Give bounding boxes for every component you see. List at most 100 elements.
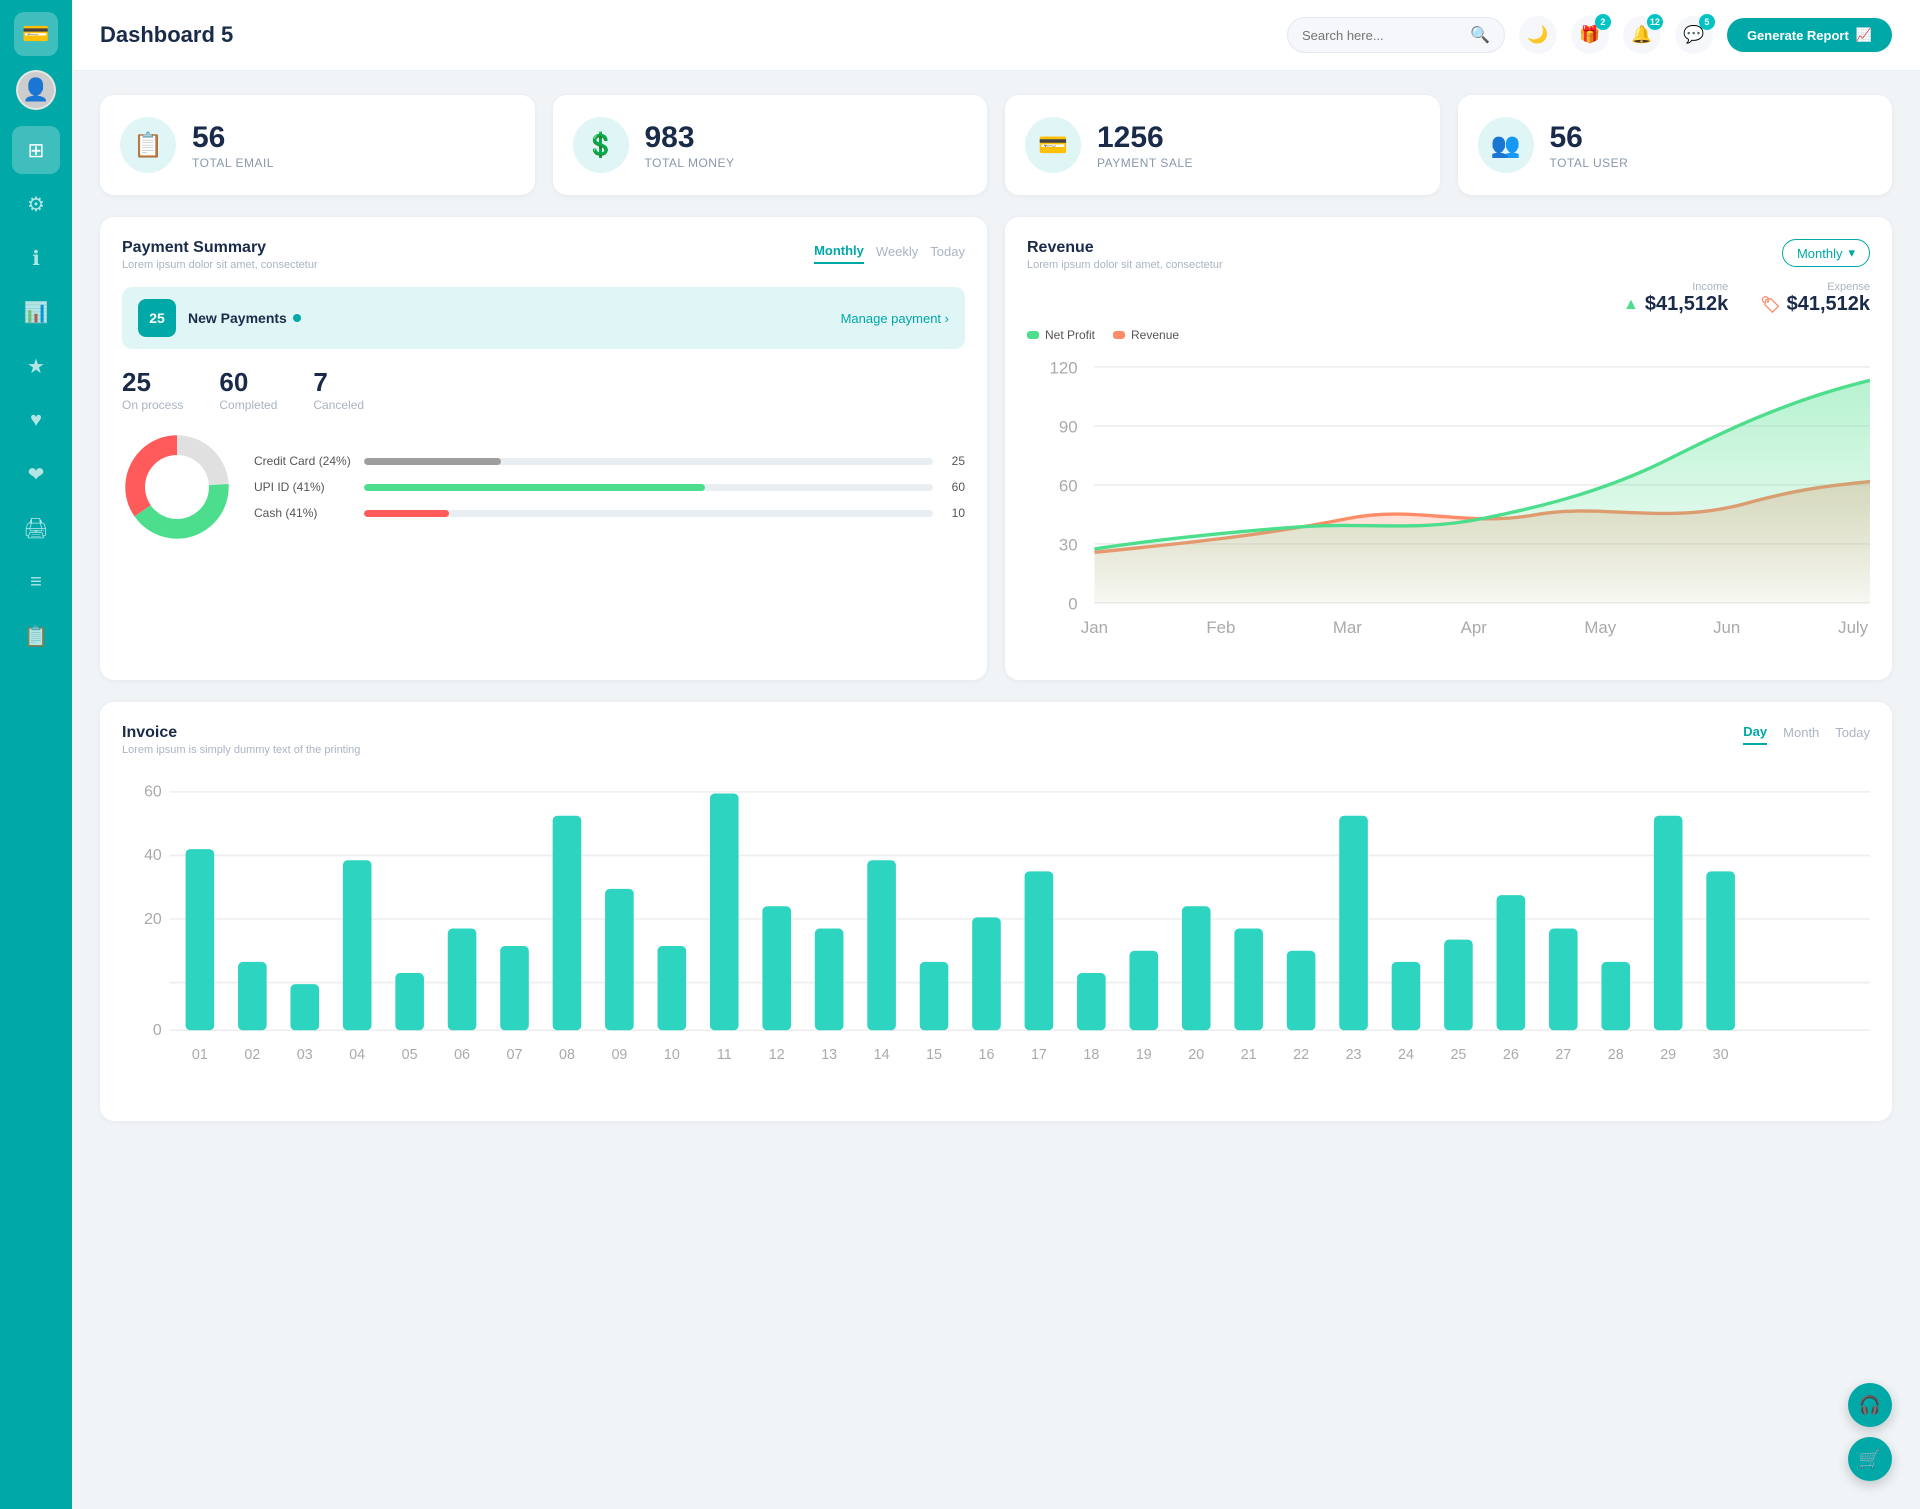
tab-monthly[interactable]: Monthly [814, 239, 864, 264]
svg-text:28: 28 [1608, 1047, 1624, 1063]
svg-text:Jan: Jan [1081, 618, 1108, 637]
stat-card-money: 💲 983 TOTAL MONEY [553, 95, 988, 195]
revenue-subtitle: Lorem ipsum dolor sit amet, consectetur [1027, 259, 1223, 271]
search-icon: 🔍 [1470, 25, 1490, 45]
payment-summary-title: Payment Summary [122, 239, 318, 257]
svg-text:21: 21 [1241, 1047, 1257, 1063]
svg-text:30: 30 [1713, 1047, 1729, 1063]
invoice-tab-day[interactable]: Day [1743, 724, 1767, 745]
payment-stat-label: PAYMENT SALE [1097, 156, 1193, 170]
svg-text:11: 11 [717, 1047, 732, 1063]
chat-button[interactable]: 💬 5 [1675, 16, 1713, 54]
bar-fill-credit [364, 458, 501, 465]
svg-text:May: May [1584, 618, 1616, 637]
stat-mini-completed: 60 Completed [219, 367, 277, 412]
tab-weekly[interactable]: Weekly [876, 239, 918, 264]
chart-legend: Net Profit Revenue [1027, 328, 1870, 342]
stat-mini-completed-num: 60 [219, 367, 277, 398]
payment-stat-number: 1256 [1097, 121, 1193, 154]
new-payments-dot [293, 314, 301, 322]
svg-text:20: 20 [1188, 1047, 1204, 1063]
sidebar-item-doc[interactable]: 📋 [12, 612, 60, 660]
chart-icon: 📊 [24, 300, 49, 325]
svg-text:14: 14 [874, 1047, 890, 1063]
sidebar-item-list[interactable]: ≡ [12, 558, 60, 606]
theme-toggle-button[interactable]: 🌙 [1519, 16, 1557, 54]
new-payments-left: 25 New Payments [138, 299, 301, 337]
users-icon: 👥 [1491, 131, 1521, 160]
header-right: 🔍 🌙 🎁 2 🔔 12 💬 5 Generate Report 📈 [1287, 16, 1892, 54]
stat-mini-onprocess-num: 25 [122, 367, 183, 398]
star-icon: ★ [27, 354, 45, 379]
sidebar-item-settings[interactable]: ⚙ [12, 180, 60, 228]
payment-summary-tabs: Monthly Weekly Today [814, 239, 965, 264]
bar-chart-icon: 📈 [1856, 27, 1872, 43]
svg-text:04: 04 [349, 1047, 365, 1063]
tab-today[interactable]: Today [930, 239, 965, 264]
svg-text:Apr: Apr [1461, 618, 1488, 637]
doc-icon: 📋 [24, 624, 49, 649]
invoice-title: Invoice [122, 724, 360, 742]
bar-row-credit: Credit Card (24%) 25 [254, 454, 965, 468]
avatar[interactable]: 👤 [16, 70, 56, 110]
donut-chart [122, 432, 232, 542]
svg-text:16: 16 [979, 1047, 995, 1063]
svg-text:23: 23 [1346, 1047, 1362, 1063]
sidebar-item-star[interactable]: ★ [12, 342, 60, 390]
invoice-title-group: Invoice Lorem ipsum is simply dummy text… [122, 724, 360, 756]
money-stat-icon: 💲 [573, 117, 629, 173]
payment-summary-subtitle: Lorem ipsum dolor sit amet, consectetur [122, 259, 318, 271]
sidebar-item-heart2[interactable]: ❤ [12, 450, 60, 498]
search-input[interactable] [1302, 28, 1462, 43]
stat-card-email: 📋 56 TOTAL EMAIL [100, 95, 535, 195]
svg-text:July: July [1838, 618, 1869, 637]
invoice-tab-today[interactable]: Today [1835, 724, 1870, 745]
svg-text:25: 25 [1450, 1047, 1466, 1063]
generate-report-button[interactable]: Generate Report 📈 [1727, 18, 1892, 52]
svg-text:12: 12 [769, 1047, 785, 1063]
svg-text:0: 0 [153, 1022, 162, 1039]
sidebar-logo[interactable]: 💳 [14, 12, 58, 56]
page-body: 📋 56 TOTAL EMAIL 💲 983 TOTAL MONEY [72, 71, 1920, 1145]
gift-button[interactable]: 🎁 2 [1571, 16, 1609, 54]
bar-fill-upi [364, 484, 705, 491]
payment-summary-header: Payment Summary Lorem ipsum dolor sit am… [122, 239, 965, 271]
support-fab[interactable]: 🎧 [1848, 1383, 1892, 1427]
moon-icon: 🌙 [1527, 25, 1548, 45]
bar-track-credit [364, 458, 933, 465]
user-stat-info: 56 TOTAL USER [1550, 121, 1629, 170]
stats-mini: 25 On process 60 Completed 7 Canceled [122, 367, 965, 412]
sidebar-item-dashboard[interactable]: ⊞ [12, 126, 60, 174]
svg-text:19: 19 [1136, 1047, 1152, 1063]
bar-row-upi: UPI ID (41%) 60 [254, 480, 965, 494]
revenue-card: Revenue Lorem ipsum dolor sit amet, cons… [1005, 217, 1892, 680]
svg-text:18: 18 [1083, 1047, 1099, 1063]
stat-mini-onprocess-label: On process [122, 398, 183, 412]
svg-text:02: 02 [244, 1047, 260, 1063]
svg-text:40: 40 [144, 848, 162, 865]
svg-text:10: 10 [664, 1047, 680, 1063]
svg-text:20: 20 [144, 911, 162, 928]
invoice-tab-month[interactable]: Month [1783, 724, 1819, 745]
invoice-subtitle: Lorem ipsum is simply dummy text of the … [122, 744, 360, 756]
svg-text:05: 05 [402, 1047, 418, 1063]
dollar-icon: 💲 [586, 131, 616, 160]
fab-group: 🎧 🛒 [1848, 1383, 1892, 1481]
svg-text:03: 03 [297, 1047, 313, 1063]
svg-text:60: 60 [1059, 477, 1078, 496]
sidebar-item-favorite[interactable]: ♥ [12, 396, 60, 444]
stats-row: 📋 56 TOTAL EMAIL 💲 983 TOTAL MONEY [100, 95, 1892, 195]
netprofit-legend-dot [1027, 331, 1039, 339]
svg-text:Jun: Jun [1713, 618, 1740, 637]
cart-fab[interactable]: 🛒 [1848, 1437, 1892, 1481]
sidebar-item-print[interactable]: 🖨 [12, 504, 60, 552]
svg-text:120: 120 [1049, 359, 1077, 378]
sidebar-item-chart[interactable]: 📊 [12, 288, 60, 336]
revenue-monthly-dropdown[interactable]: Monthly ▾ [1782, 239, 1870, 267]
sidebar: 💳 👤 ⊞ ⚙ ℹ 📊 ★ ♥ ❤ 🖨 ≡ 📋 [0, 0, 72, 1509]
stat-mini-canceled: 7 Canceled [313, 367, 364, 412]
sidebar-item-info[interactable]: ℹ [12, 234, 60, 282]
search-box[interactable]: 🔍 [1287, 17, 1505, 53]
manage-payment-link[interactable]: Manage payment › [841, 311, 949, 326]
bell-button[interactable]: 🔔 12 [1623, 16, 1661, 54]
